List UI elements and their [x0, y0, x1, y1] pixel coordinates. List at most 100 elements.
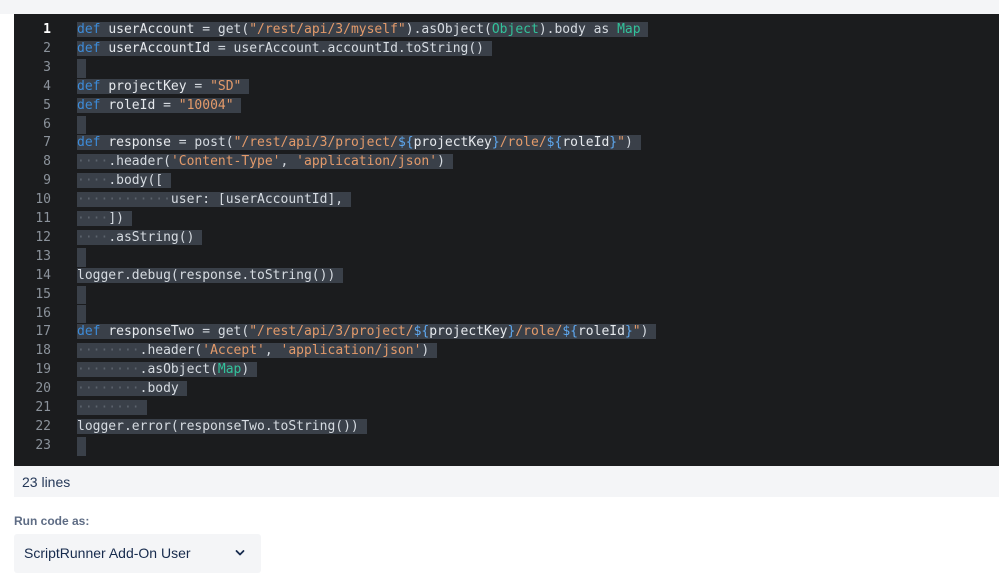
code-line[interactable]: 9 ····.body([: [14, 172, 999, 191]
code-line[interactable]: 12 ····.asString(): [14, 229, 999, 248]
code-line[interactable]: 4 def projectKey = "SD": [14, 78, 999, 97]
top-strip: [0, 0, 999, 14]
code-token: ${: [413, 324, 430, 340]
line-number: 6: [43, 116, 51, 132]
code-line[interactable]: 20 ········.body: [14, 380, 999, 399]
line-code: def roleId = "10004": [77, 97, 242, 116]
line-number: 4: [43, 78, 51, 94]
selection-highlight: ····.header('Content-Type', 'application…: [77, 154, 453, 170]
line-number: 1: [43, 22, 51, 37]
chevron-down-icon: [235, 550, 245, 556]
code-token: def: [77, 97, 101, 113]
code-token: ]): [108, 211, 124, 226]
code-token: .body([: [108, 173, 164, 189]
code-token: user: [userAccountId],: [170, 192, 344, 208]
selection-highlight: def roleId = "10004": [77, 97, 242, 113]
code-token: .header(: [139, 343, 203, 359]
code-line[interactable]: 8 ····.header('Content-Type', 'applicatio…: [14, 153, 999, 172]
line-code: logger.error(responseTwo.toString()): [77, 418, 367, 437]
code-line[interactable]: 16: [14, 304, 999, 324]
selection-highlight: ············user: [userAccountId],: [77, 192, 351, 208]
line-code: ····]): [77, 210, 132, 229]
line-code: [77, 436, 86, 456]
code-token: ): [437, 154, 445, 170]
line-code: ········.asObject(Map): [77, 361, 258, 380]
code-line[interactable]: 6: [14, 115, 999, 135]
code-line[interactable]: 10 ············user: [userAccountId],: [14, 191, 999, 210]
code-token: Map: [217, 362, 242, 378]
selection-highlight: [77, 247, 86, 267]
code-token: userAccount: [108, 22, 195, 37]
code-token: "10004": [178, 97, 234, 113]
code-line[interactable]: 1 def userAccount = get("/rest/api/3/myse…: [14, 21, 999, 40]
code-line[interactable]: 18 ········.header('Accept', 'application…: [14, 342, 999, 361]
code-token: .header(: [108, 154, 171, 170]
code-token: }: [609, 135, 618, 151]
code-token: Object: [491, 22, 539, 37]
line-number: 23: [35, 437, 51, 453]
code-line[interactable]: 14 logger.debug(response.toString()): [14, 267, 999, 286]
line-number: 11: [35, 211, 51, 226]
code-token: ,: [264, 343, 281, 359]
code-token: roleId: [562, 135, 610, 151]
run-as-select[interactable]: ScriptRunner Add-On User: [14, 534, 261, 573]
code-line[interactable]: 2 def userAccountId = userAccount.account…: [14, 40, 999, 59]
code-token: = post(: [170, 135, 234, 151]
code-token: Map: [617, 22, 641, 37]
line-number: 18: [35, 343, 51, 359]
selection-highlight: logger.debug(response.toString()): [77, 267, 344, 283]
line-code: ····.asString(): [77, 229, 203, 248]
code-token: ····: [77, 229, 109, 245]
selection-highlight: ········.body: [77, 381, 187, 397]
code-line[interactable]: 7 def response = post("/rest/api/3/projec…: [14, 134, 999, 153]
code-token: }: [624, 324, 633, 340]
line-code: def response = post("/rest/api/3/project…: [77, 134, 641, 153]
code-token: roleId: [577, 324, 625, 340]
code-line[interactable]: 21 ········: [14, 399, 999, 418]
selection-highlight: ········.header('Accept', 'application/j…: [77, 343, 438, 359]
line-number: 20: [35, 381, 51, 397]
line-code: [77, 58, 86, 78]
code-token: ····: [77, 154, 109, 170]
code-token: =: [155, 97, 179, 113]
code-token: ": [617, 135, 625, 151]
selection-highlight: ····]): [77, 211, 132, 226]
code-token: projectKey: [413, 135, 492, 151]
selection-highlight: def response = post("/rest/api/3/project…: [77, 135, 641, 151]
code-token: = userAccount.accountId.toString(): [210, 40, 484, 56]
code-token: /role/: [499, 135, 547, 151]
code-token: projectKey: [108, 78, 187, 94]
code-line[interactable]: 23: [14, 436, 999, 456]
line-code: [77, 304, 86, 324]
code-token: 'application/json': [296, 154, 438, 170]
selection-highlight: ····.asString(): [77, 229, 203, 245]
code-token: }: [491, 135, 500, 151]
code-token: ${: [397, 135, 414, 151]
code-token: def: [77, 78, 101, 94]
code-line[interactable]: 19 ········.asObject(Map): [14, 361, 999, 380]
code-token: ········: [77, 343, 140, 359]
code-line[interactable]: 3: [14, 58, 999, 78]
code-line[interactable]: 13: [14, 247, 999, 267]
code-token: userAccountId: [108, 40, 211, 56]
code-token: ,: [280, 154, 297, 170]
line-code: ····.body([: [77, 172, 171, 191]
code-line[interactable]: 11 ····]): [14, 210, 999, 229]
code-token: ········: [77, 400, 140, 415]
code-line[interactable]: 5 def roleId = "10004": [14, 97, 999, 116]
code-editor[interactable]: 1 def userAccount = get("/rest/api/3/myse…: [14, 14, 999, 466]
code-token: logger.error(responseTwo.toString()): [77, 418, 359, 434]
code-token: 'Content-Type': [170, 154, 281, 170]
code-line[interactable]: 22 logger.error(responseTwo.toString()): [14, 418, 999, 437]
code-line[interactable]: 17 def responseTwo = get("/rest/api/3/pro…: [14, 323, 999, 342]
code-line[interactable]: 15: [14, 285, 999, 305]
line-code: def userAccount = get("/rest/api/3/mysel…: [77, 21, 649, 40]
line-number: 9: [43, 173, 51, 189]
selection-highlight: ········.asObject(Map): [77, 362, 258, 378]
line-number: 22: [35, 418, 51, 434]
run-as-selected-value: ScriptRunner Add-On User: [24, 545, 191, 561]
code-token: "/rest/api/3/project/: [249, 324, 414, 340]
selection-highlight: def projectKey = "SD": [77, 78, 250, 94]
line-code: def projectKey = "SD": [77, 78, 250, 97]
code-token: ).body as: [538, 22, 618, 37]
